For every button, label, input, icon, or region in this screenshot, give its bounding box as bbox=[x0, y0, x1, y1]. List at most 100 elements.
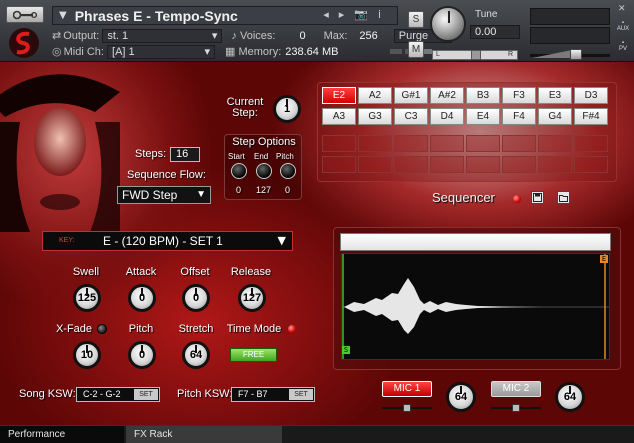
empty-step-cell[interactable] bbox=[538, 135, 572, 152]
step-note-cell[interactable]: D4 bbox=[430, 108, 464, 125]
steps-field[interactable]: 16 bbox=[170, 147, 200, 162]
release-label: Release bbox=[230, 266, 272, 278]
tune-knob[interactable] bbox=[430, 6, 466, 42]
song-ksw-field[interactable]: C-2 - G-2 SET bbox=[76, 387, 160, 402]
offset-label: Offset bbox=[180, 266, 210, 278]
empty-step-cell[interactable] bbox=[358, 135, 392, 152]
empty-step-cell[interactable] bbox=[538, 156, 572, 173]
level-meter-right bbox=[530, 27, 610, 44]
step-note-cell[interactable]: E2 bbox=[322, 87, 356, 104]
time-mode-label: Time Mode bbox=[226, 323, 282, 335]
mic1-button[interactable]: MIC 1 bbox=[382, 381, 432, 397]
release-knob[interactable]: 127 bbox=[238, 284, 266, 312]
aux-button[interactable]: ▪ AUX bbox=[615, 20, 631, 32]
time-mode-led[interactable] bbox=[288, 325, 296, 333]
waveform-start-marker[interactable]: S bbox=[342, 346, 350, 354]
empty-step-cell[interactable] bbox=[466, 156, 500, 173]
pitch-option-knob[interactable] bbox=[280, 163, 296, 179]
collapse-icon[interactable]: ▼ bbox=[59, 10, 67, 21]
waveform-title-bar bbox=[340, 233, 611, 251]
pitch-ksw-field[interactable]: F7 - B7 SET bbox=[231, 387, 315, 402]
mic2-volume-knob[interactable]: 64 bbox=[555, 382, 585, 412]
swell-knob[interactable]: 125 bbox=[73, 284, 101, 312]
pitch-option-label: Pitch bbox=[276, 152, 294, 161]
output-select[interactable]: st. 1 ▾ bbox=[102, 28, 223, 43]
empty-step-cell[interactable] bbox=[502, 135, 536, 152]
volume-thumb[interactable] bbox=[570, 49, 582, 60]
save-icon[interactable] bbox=[531, 191, 544, 204]
empty-step-cell[interactable] bbox=[502, 156, 536, 173]
step-note-cell[interactable]: B3 bbox=[466, 87, 500, 104]
end-knob[interactable] bbox=[256, 163, 272, 179]
step-note-cell[interactable]: G3 bbox=[358, 108, 392, 125]
sequencer-power-led[interactable] bbox=[513, 195, 521, 203]
wrench-icon[interactable] bbox=[6, 6, 44, 23]
empty-step-cell[interactable] bbox=[574, 156, 608, 173]
output-row: ⇄ Output: st. 1 ▾ ♪ Voices: 0 Max: 256 Pu… bbox=[52, 28, 452, 43]
step-note-cell[interactable]: F#4 bbox=[574, 108, 608, 125]
memory-value: 238.64 MB bbox=[285, 45, 339, 58]
step-note-cell[interactable]: E3 bbox=[538, 87, 572, 104]
current-step-knob[interactable]: 1 bbox=[273, 95, 301, 123]
tune-value[interactable]: 0.00 bbox=[470, 25, 520, 39]
step-note-cell[interactable]: D3 bbox=[574, 87, 608, 104]
empty-step-cell[interactable] bbox=[466, 135, 500, 152]
waveform-end-marker[interactable]: E bbox=[600, 255, 608, 263]
stretch-knob[interactable]: 64 bbox=[182, 341, 210, 369]
empty-step-cell[interactable] bbox=[430, 156, 464, 173]
mic2-button[interactable]: MIC 2 bbox=[491, 381, 541, 397]
step-note-cell[interactable]: G#1 bbox=[394, 87, 428, 104]
step-note-cell[interactable]: A#2 bbox=[430, 87, 464, 104]
solo-button[interactable]: S bbox=[408, 11, 424, 28]
empty-step-cell[interactable] bbox=[430, 135, 464, 152]
attack-knob[interactable]: 0 bbox=[128, 284, 156, 312]
song-ksw-set-button[interactable]: SET bbox=[134, 389, 158, 400]
empty-step-cell[interactable] bbox=[358, 156, 392, 173]
waveform-display[interactable] bbox=[341, 253, 610, 360]
pitch-ksw-label: Pitch KSW: bbox=[177, 388, 233, 400]
pan-thumb[interactable] bbox=[471, 50, 481, 60]
step-note-cell[interactable]: C3 bbox=[394, 108, 428, 125]
pv-button[interactable]: ▪ PV bbox=[615, 40, 631, 52]
pan-slider[interactable]: L R bbox=[432, 50, 518, 60]
instrument-title-bar[interactable]: ▼ Phrases E - Tempo-Sync ◂▸📷i bbox=[52, 6, 398, 25]
tab-performance[interactable]: Performance bbox=[0, 426, 124, 443]
close-icon[interactable]: ✕ bbox=[618, 4, 626, 14]
pitch-knob[interactable]: 0 bbox=[128, 341, 156, 369]
instrument-nav-arrows[interactable]: ◂▸📷i bbox=[323, 8, 391, 21]
library-logo-icon bbox=[4, 26, 44, 60]
key-set-select[interactable]: KEY: E - (120 BPM) - SET 1 ▼ bbox=[42, 231, 293, 251]
pitch-option-value: 0 bbox=[285, 185, 291, 195]
empty-step-cell[interactable] bbox=[574, 135, 608, 152]
xfade-knob[interactable]: 10 bbox=[73, 341, 101, 369]
mic2-slider[interactable] bbox=[491, 404, 541, 412]
key-value: E - (120 BPM) - SET 1 bbox=[103, 234, 223, 248]
max-voices-value[interactable]: 256 bbox=[359, 30, 377, 42]
bottom-tab-bar: Performance FX Rack bbox=[0, 425, 634, 443]
mic1-slider[interactable] bbox=[382, 404, 432, 412]
key-tag: KEY: bbox=[59, 237, 75, 244]
sequence-flow-select[interactable]: FWD Step ▼ bbox=[117, 186, 211, 204]
empty-step-cell[interactable] bbox=[322, 135, 356, 152]
empty-step-cell[interactable] bbox=[394, 156, 428, 173]
offset-knob[interactable]: 0 bbox=[182, 284, 210, 312]
empty-step-cell[interactable] bbox=[394, 135, 428, 152]
time-mode-free-button[interactable]: FREE bbox=[230, 348, 277, 362]
start-knob[interactable] bbox=[231, 163, 247, 179]
xfade-label: X-Fade bbox=[55, 323, 93, 335]
step-note-cell[interactable]: E4 bbox=[466, 108, 500, 125]
midi-channel-select[interactable]: [A] 1 ▾ bbox=[107, 44, 216, 59]
empty-step-cell[interactable] bbox=[322, 156, 356, 173]
step-note-cell[interactable]: G4 bbox=[538, 108, 572, 125]
tab-fx-rack[interactable]: FX Rack bbox=[126, 426, 282, 443]
mic1-volume-knob[interactable]: 64 bbox=[446, 382, 476, 412]
step-note-cell[interactable]: F4 bbox=[502, 108, 536, 125]
xfade-led[interactable] bbox=[97, 324, 107, 334]
pitch-ksw-set-button[interactable]: SET bbox=[289, 389, 313, 400]
step-note-cell[interactable]: F3 bbox=[502, 87, 536, 104]
step-note-cell[interactable]: A2 bbox=[358, 87, 392, 104]
folder-icon[interactable] bbox=[557, 191, 570, 204]
mute-button[interactable]: M bbox=[408, 41, 424, 58]
volume-slider[interactable] bbox=[530, 49, 610, 61]
step-note-cell[interactable]: A3 bbox=[322, 108, 356, 125]
